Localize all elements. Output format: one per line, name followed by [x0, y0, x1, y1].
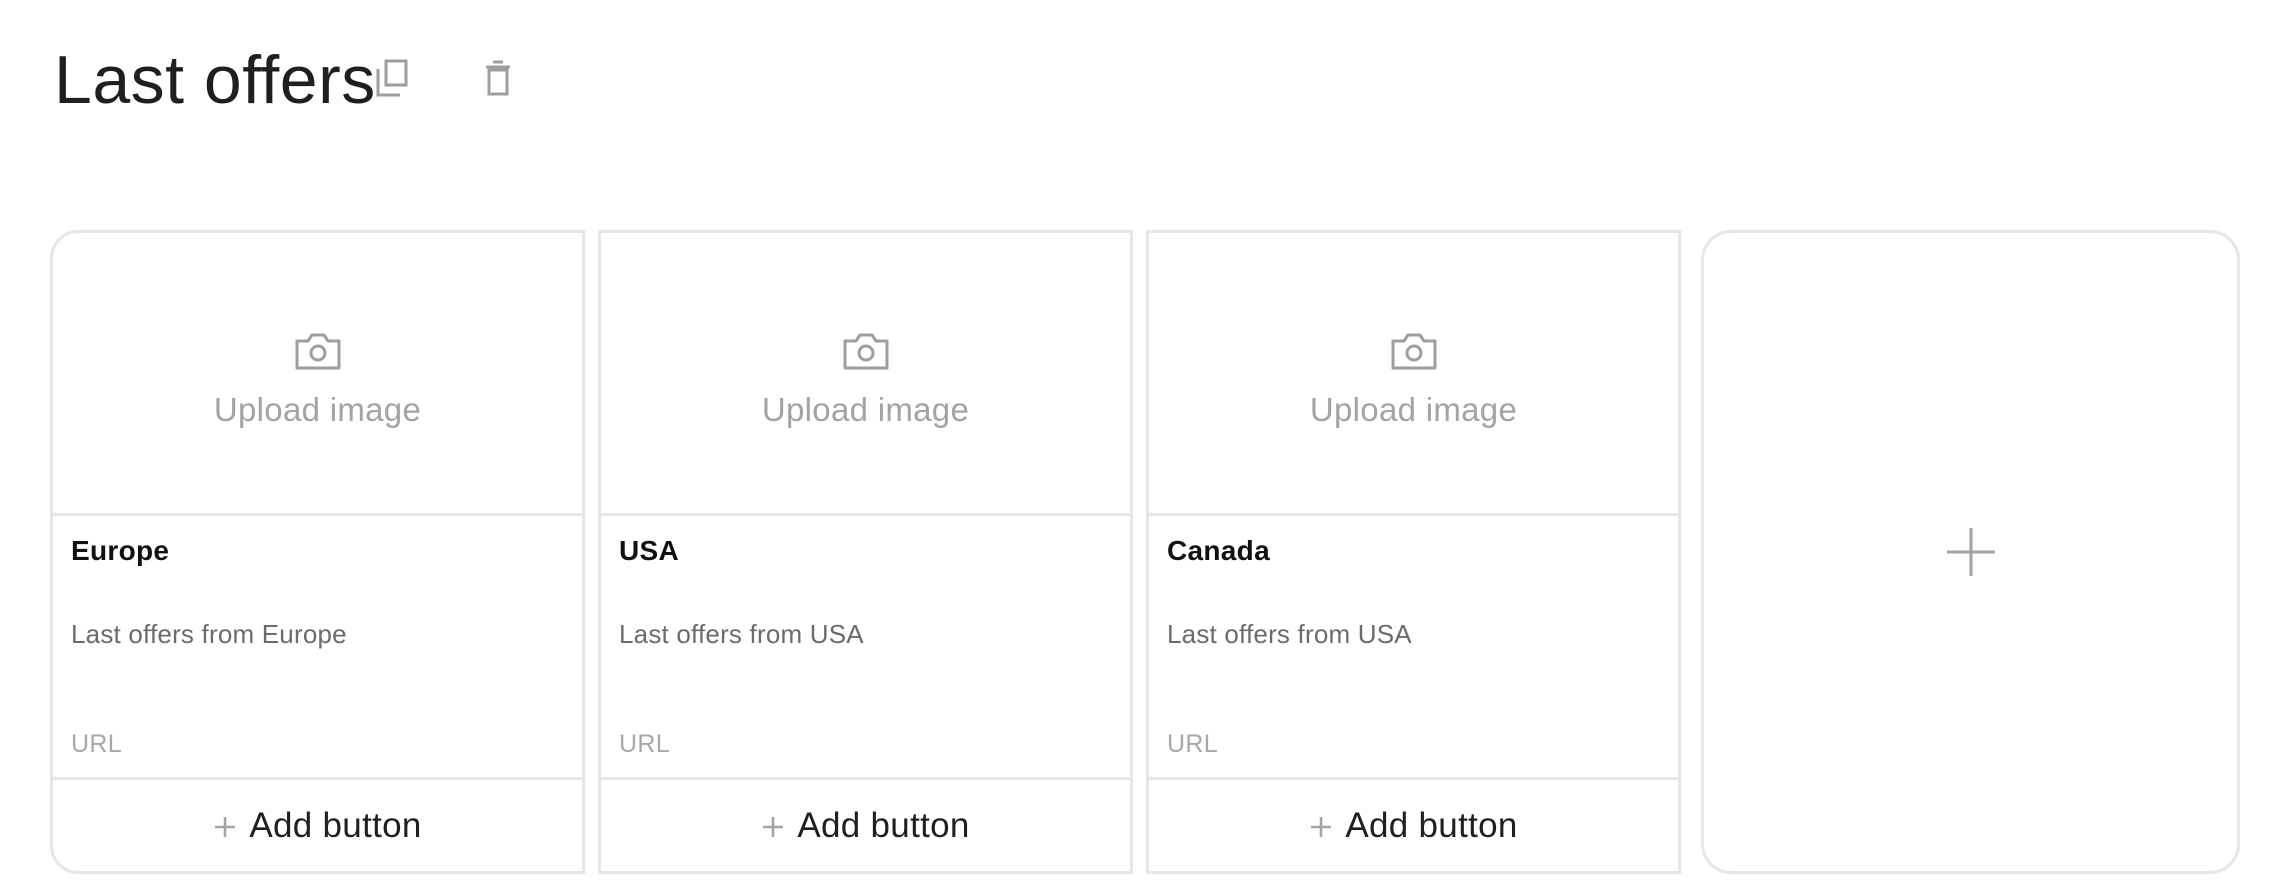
upload-image-area[interactable]: Upload image — [53, 233, 582, 516]
offer-card: Upload image USA Last offers from USA UR… — [598, 230, 1133, 874]
url-field[interactable]: URL — [1167, 730, 1218, 759]
add-button-label: Add button — [1345, 805, 1518, 845]
copy-icon[interactable] — [372, 58, 412, 98]
add-button[interactable]: Add button — [601, 777, 1130, 871]
camera-icon — [843, 333, 888, 370]
card-title[interactable]: Canada — [1167, 535, 1270, 567]
upload-image-area[interactable]: Upload image — [601, 233, 1130, 516]
page-header: Last offers — [54, 38, 376, 122]
camera-icon — [1391, 333, 1436, 370]
card-title[interactable]: Europe — [71, 535, 169, 567]
add-button[interactable]: Add button — [1149, 777, 1678, 871]
add-button-label: Add button — [249, 805, 422, 845]
card-title[interactable]: USA — [619, 535, 679, 567]
add-card-button[interactable] — [1701, 230, 2240, 874]
upload-image-label: Upload image — [213, 391, 422, 428]
plus-icon — [215, 816, 236, 837]
url-field[interactable]: URL — [71, 730, 122, 759]
upload-image-label: Upload image — [1309, 391, 1518, 428]
card-description[interactable]: Last offers from USA — [1167, 619, 1412, 650]
plus-icon — [763, 816, 784, 837]
trash-icon[interactable] — [478, 58, 518, 98]
card-description[interactable]: Last offers from USA — [619, 619, 864, 650]
add-button[interactable]: Add button — [53, 777, 582, 871]
page-title: Last offers — [54, 42, 376, 118]
upload-image-area[interactable]: Upload image — [1149, 233, 1678, 516]
camera-icon — [295, 333, 340, 370]
plus-icon — [1946, 528, 1995, 576]
upload-image-label: Upload image — [761, 391, 970, 428]
plus-icon — [1311, 816, 1332, 837]
add-button-label: Add button — [797, 805, 970, 845]
card-description[interactable]: Last offers from Europe — [71, 619, 347, 650]
offer-card: Upload image Europe Last offers from Eur… — [50, 230, 585, 874]
offer-card: Upload image Canada Last offers from USA… — [1146, 230, 1681, 874]
url-field[interactable]: URL — [619, 730, 670, 759]
